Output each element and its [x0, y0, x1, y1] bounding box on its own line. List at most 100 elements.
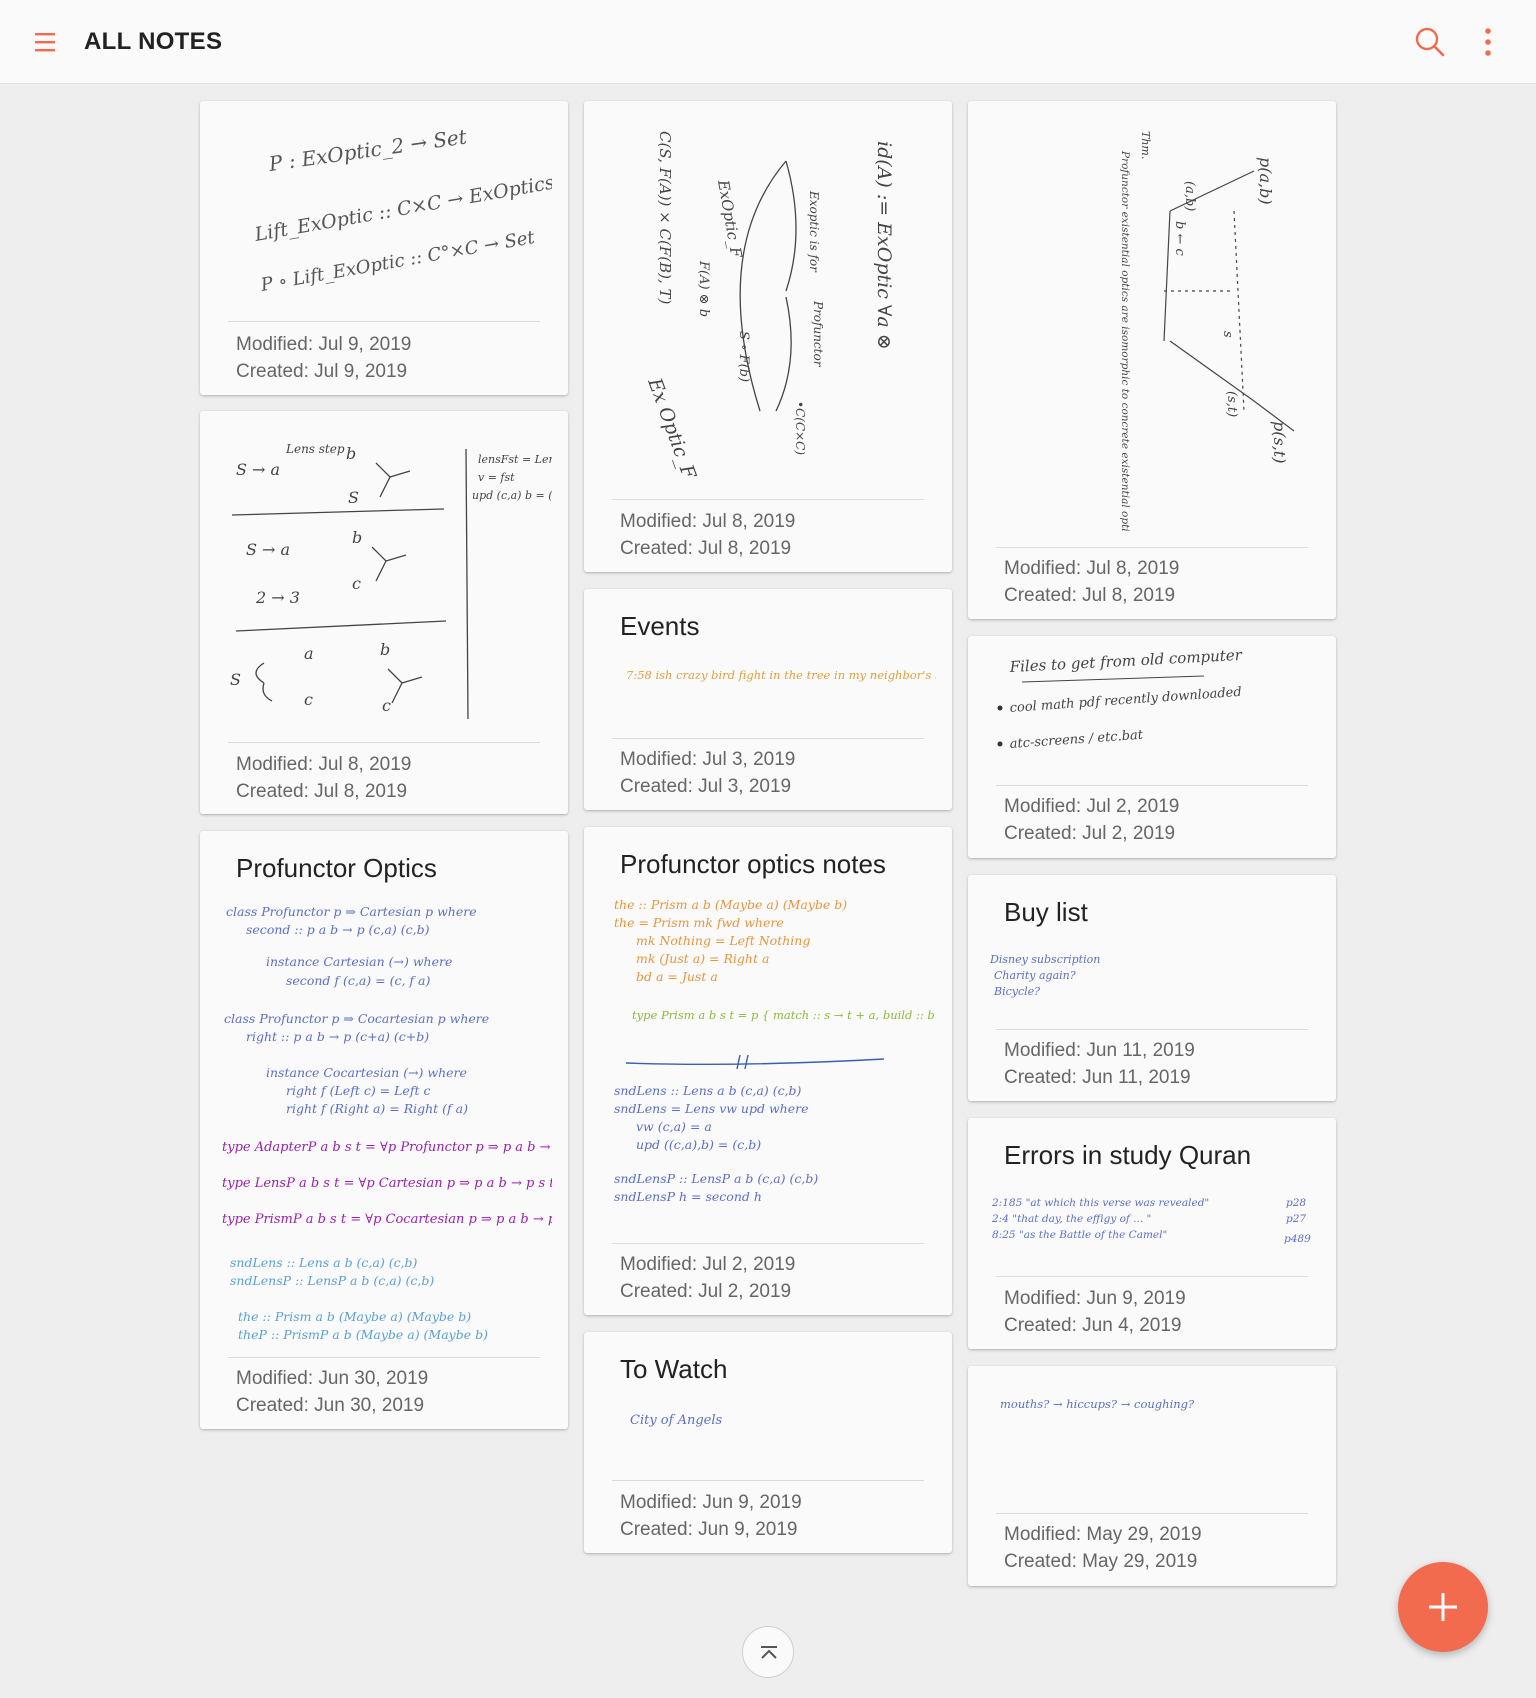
sketch-line: right :: p a b → p (c+a) (c+b): [246, 1029, 429, 1044]
sketch-line: Thm.: [1139, 131, 1152, 159]
modified-date: Modified: Jun 30, 2019: [236, 1368, 429, 1389]
double-chevron-up-icon: [761, 1646, 777, 1659]
sketch-line: lensFst = Lens: [478, 453, 552, 466]
note-dates: Modified: Jul 3, 2019 Created: Jul 3, 20…: [620, 746, 795, 800]
scroll-to-top-button[interactable]: [742, 1626, 794, 1678]
note-dates: Modified: Jul 8, 2019 Created: Jul 8, 20…: [1004, 555, 1179, 609]
note-dates: Modified: Jun 30, 2019 Created: Jun 30, …: [236, 1365, 428, 1419]
created-date: Created: Jul 8, 2019: [1004, 585, 1176, 606]
note-card[interactable]: Events 7:58 ish crazy bird fight in the …: [584, 589, 952, 810]
card-divider: [996, 547, 1308, 548]
note-card[interactable]: P : ExOptic_2 → Set Lift_ExOptic :: C×C …: [200, 101, 568, 395]
sketch-line: c: [352, 574, 361, 593]
sketch-line: p489: [1284, 1233, 1311, 1245]
modified-date: Modified: Jun 11, 2019: [1004, 1040, 1195, 1061]
sketch-line: 2:4 "that day, the effigy of ... ": [991, 1213, 1151, 1225]
hamburger-menu-icon[interactable]: [28, 24, 64, 60]
card-divider: [996, 785, 1308, 786]
sketch-line: Files to get from old computer: [1008, 646, 1243, 676]
sketch-line: right f (Left c) = Left c: [286, 1083, 430, 1098]
created-date: Created: May 29, 2019: [1004, 1551, 1198, 1572]
note-dates: Modified: Jul 2, 2019 Created: Jul 2, 20…: [620, 1251, 795, 1305]
card-divider: [612, 1243, 924, 1244]
page-title: ALL NOTES: [84, 28, 223, 55]
sketch-line: v = fst: [478, 471, 515, 484]
sketch-line: S: [348, 488, 359, 507]
handwritten-sketch: Files to get from old computer cool math…: [997, 646, 1243, 752]
modified-date: Modified: Jun 9, 2019: [1004, 1288, 1186, 1309]
created-date: Created: Jun 30, 2019: [236, 1395, 425, 1416]
note-card[interactable]: mouths? → hiccups? → coughing? Modified:…: [968, 1366, 1336, 1586]
sketch-line: Ex Optic_F: [643, 374, 700, 482]
sketch-line: the = Prism mk fwd where: [614, 915, 784, 930]
created-date: Created: Jul 9, 2019: [236, 361, 408, 382]
sketch-line: Bicycle?: [993, 985, 1040, 998]
sketch-line: (s,t): [1224, 391, 1239, 417]
sketch-line: atc-screens / etc.bat: [1009, 728, 1144, 752]
sketch-line: sndLens :: Lens a b (c,a) (c,b): [614, 1083, 802, 1098]
sketch-line: •C(C×C): [793, 401, 807, 455]
note-card[interactable]: Files to get from old computer cool math…: [968, 636, 1336, 858]
sketch-line: a: [304, 644, 314, 663]
note-card[interactable]: Errors in study Quran 2:185 "at which th…: [968, 1118, 1336, 1349]
sketch-line: the :: Prism a b (Maybe a) (Maybe b): [614, 897, 847, 912]
sketch-line: upd (c,a) b = (b,c): [472, 489, 552, 502]
handwritten-sketch: class Profunctor p ⇒ Cartesian p where s…: [222, 904, 552, 1342]
sketch-line: 8:25 "as the Battle of the Camel": [992, 1229, 1167, 1241]
sketch-line: C(S, F(A)) × C(F(B), T): [656, 131, 674, 305]
handwritten-sketch: P : ExOptic_2 → Set Lift_ExOptic :: C×C …: [252, 124, 552, 296]
card-divider: [612, 499, 924, 500]
handwritten-sketch: 7:58 ish crazy bird fight in the tree in…: [626, 668, 936, 682]
add-note-button[interactable]: [1398, 1562, 1488, 1652]
handwritten-sketch: mouths? → hiccups? → coughing?: [1000, 1397, 1195, 1411]
sketch-line: sndLensP :: LensP a b (c,a) (c,b): [230, 1273, 434, 1288]
sketch-line: sndLensP h = second h: [614, 1189, 762, 1204]
sketch-line: the :: Prism a b (Maybe a) (Maybe b): [238, 1309, 471, 1324]
card-divider: [612, 1480, 924, 1481]
sketch-line: type Prism a b s t = p { match :: s → t …: [632, 1008, 936, 1022]
note-title: Events: [620, 611, 700, 641]
note-card[interactable]: Lens step S → a b S S → a b c 2 → 3 S a …: [200, 411, 568, 814]
note-card[interactable]: Thm. Profunctor existential optics are i…: [968, 101, 1336, 619]
sketch-line: id(A) := ExOptic ∀a ⊗: [873, 141, 895, 350]
card-divider: [996, 1513, 1308, 1514]
note-card[interactable]: Profunctor Optics class Profunctor p ⇒ C…: [200, 831, 568, 1429]
sketch-line: Profunctor existential optics are isomor…: [1119, 150, 1131, 531]
sketch-line: second f (c,a) = (c, f a): [286, 973, 430, 988]
note-card[interactable]: Profunctor optics notes the :: Prism a b…: [584, 827, 952, 1315]
sketch-line: cool math pdf recently downloaded: [1009, 685, 1242, 716]
created-date: Created: Jul 8, 2019: [236, 781, 408, 802]
note-dates: Modified: Jul 2, 2019 Created: Jul 2, 20…: [1004, 793, 1179, 847]
more-vertical-icon[interactable]: [1476, 22, 1500, 62]
sketch-line: p27: [1286, 1213, 1306, 1225]
search-icon[interactable]: [1412, 24, 1448, 60]
created-date: Created: Jun 11, 2019: [1004, 1067, 1191, 1088]
sketch-line: mk Nothing = Left Nothing: [636, 933, 810, 948]
modified-date: Modified: Jul 8, 2019: [1004, 558, 1180, 579]
sketch-line: c: [304, 690, 313, 709]
note-dates: Modified: Jun 9, 2019 Created: Jun 9, 20…: [620, 1489, 802, 1543]
modified-date: Modified: Jul 8, 2019: [620, 511, 796, 532]
created-date: Created: Jul 3, 2019: [620, 776, 792, 797]
note-card[interactable]: C(S, F(A)) × C(F(B), T) ExOptic_F F(A) ⊗…: [584, 101, 952, 572]
sketch-line: mk (Just a) = Right a: [636, 951, 769, 966]
plus-icon: [1429, 1593, 1457, 1621]
sketch-line: type PrismP a b s t = ∀p Cocartesian p ⇒…: [222, 1212, 552, 1227]
sketch-line: upd ((c,a),b) = (c,b): [636, 1137, 761, 1152]
note-card[interactable]: Buy list Disney subscription Charity aga…: [968, 875, 1336, 1101]
sketch-line: (a,b): [1182, 181, 1197, 211]
handwritten-sketch: Thm. Profunctor existential optics are i…: [1119, 131, 1295, 531]
created-date: Created: Jul 8, 2019: [620, 538, 792, 559]
note-dates: Modified: Jul 9, 2019 Created: Jul 9, 20…: [236, 331, 411, 385]
sketch-line: 2 → 3: [255, 588, 300, 607]
sketch-line: bd a = Just a: [636, 969, 718, 984]
sketch-line: right f (Right a) = Right (f a): [286, 1101, 468, 1116]
sketch-line: City of Angels: [630, 1413, 723, 1428]
card-divider: [996, 1276, 1308, 1277]
sketch-line: theP :: PrismP a b (Maybe a) (Maybe b): [238, 1327, 488, 1342]
note-card[interactable]: To Watch City of Angels Modified: Jun 9,…: [584, 1332, 952, 1553]
sketch-line: Exoptic is for: [807, 190, 821, 273]
sketch-line: mouths? → hiccups? → coughing?: [1000, 1397, 1195, 1411]
modified-date: Modified: May 29, 2019: [1004, 1524, 1202, 1545]
sketch-line: ExOptic_F: [714, 178, 746, 260]
